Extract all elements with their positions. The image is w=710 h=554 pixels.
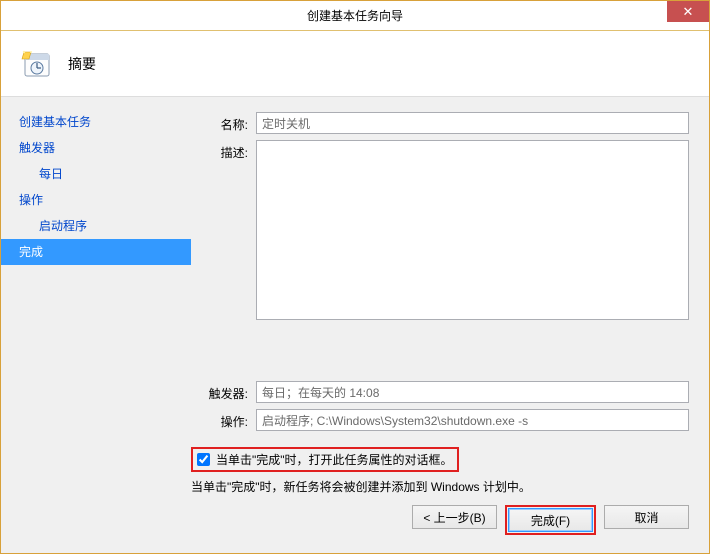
sidebar-item-finish[interactable]: 完成: [1, 239, 191, 265]
wizard-content: 名称: 描述: 触发器: 操作: 当单击"完成"时，打开此任务属性的对话框。 当…: [191, 97, 709, 553]
label-trigger: 触发器:: [191, 381, 256, 402]
sidebar-item-create-task[interactable]: 创建基本任务: [1, 109, 191, 135]
window-title: 创建基本任务向导: [307, 7, 403, 24]
spacer: [191, 326, 689, 381]
back-button[interactable]: < 上一步(B): [412, 505, 497, 529]
row-action: 操作:: [191, 409, 689, 431]
sidebar-item-daily[interactable]: 每日: [1, 161, 191, 187]
sidebar-item-action[interactable]: 操作: [1, 187, 191, 213]
close-button[interactable]: ✕: [667, 1, 709, 22]
button-row: < 上一步(B) 完成(F) 取消: [191, 505, 689, 543]
page-title: 摘要: [68, 54, 96, 74]
wizard-window: 创建基本任务向导 ✕ 摘要 创建基本任务 触发器 每日 操作 启动程: [0, 0, 710, 554]
input-description[interactable]: [256, 140, 689, 320]
row-description: 描述:: [191, 140, 689, 320]
wizard-body: 创建基本任务 触发器 每日 操作 启动程序 完成 名称: 描述: 触发器: 操: [1, 96, 709, 553]
titlebar: 创建基本任务向导 ✕: [1, 1, 709, 31]
wizard-steps-sidebar: 创建基本任务 触发器 每日 操作 启动程序 完成: [1, 97, 191, 553]
input-name[interactable]: [256, 112, 689, 134]
open-properties-checkbox[interactable]: [197, 453, 210, 466]
wizard-header: 摘要: [1, 31, 709, 96]
label-name: 名称:: [191, 112, 256, 133]
label-action: 操作:: [191, 409, 256, 430]
input-action[interactable]: [256, 409, 689, 431]
finish-button[interactable]: 完成(F): [508, 508, 593, 532]
open-properties-checkbox-row[interactable]: 当单击"完成"时，打开此任务属性的对话框。: [191, 447, 459, 472]
sidebar-item-trigger[interactable]: 触发器: [1, 135, 191, 161]
info-text: 当单击"完成"时，新任务将会被创建并添加到 Windows 计划中。: [191, 478, 689, 495]
sidebar-item-start-program[interactable]: 启动程序: [1, 213, 191, 239]
open-properties-label: 当单击"完成"时，打开此任务属性的对话框。: [216, 451, 453, 468]
row-trigger: 触发器:: [191, 381, 689, 403]
finish-button-highlight: 完成(F): [505, 505, 596, 535]
row-name: 名称:: [191, 112, 689, 134]
label-description: 描述:: [191, 140, 256, 161]
cancel-button[interactable]: 取消: [604, 505, 689, 529]
input-trigger[interactable]: [256, 381, 689, 403]
wizard-icon: [21, 48, 53, 80]
close-icon: ✕: [683, 4, 694, 20]
